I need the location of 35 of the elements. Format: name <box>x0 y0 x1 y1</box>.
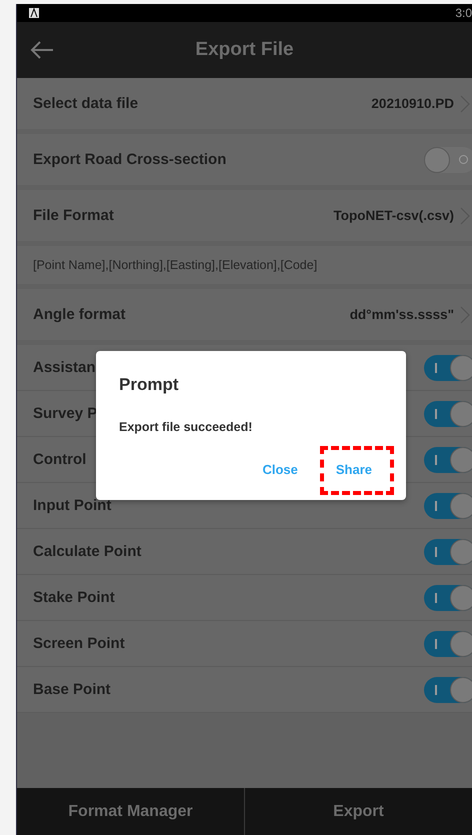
row-label: Survey P <box>33 405 98 422</box>
status-time: 3:0 <box>455 6 472 20</box>
toggle-switch[interactable] <box>424 400 472 426</box>
row-value[interactable]: 20210910.PD <box>371 96 454 111</box>
row-label: Calculate Point <box>33 543 142 560</box>
dialog-message: Export file succeeded! <box>119 420 254 434</box>
row-label: Export Road Cross-section <box>33 151 226 168</box>
row-label: File Format <box>33 207 114 224</box>
row-value[interactable]: TopoNET-csv(.csv) <box>333 208 454 223</box>
page-title: Export File <box>194 39 295 61</box>
row-label: Assistan <box>33 359 96 376</box>
footer-button[interactable]: Export <box>244 788 472 835</box>
row-label: Stake Point <box>33 589 115 606</box>
back-arrow-icon[interactable] <box>29 40 55 60</box>
row-label: Control <box>33 451 86 468</box>
dialog-button[interactable]: Share <box>320 446 394 495</box>
toggle-switch[interactable] <box>424 146 472 172</box>
toggle-switch[interactable] <box>424 354 472 380</box>
row-label: Input Point <box>33 497 112 514</box>
row-label: Base Point <box>33 681 111 698</box>
toggle-switch[interactable] <box>424 538 472 564</box>
notification-icon <box>29 8 39 18</box>
format-text: [Point Name],[Northing],[Easting],[Elevation],[Code] <box>33 258 318 272</box>
row-label: Screen Point <box>33 635 125 652</box>
dialog-button[interactable]: Close <box>244 458 316 481</box>
dialog-title: Prompt <box>119 375 180 395</box>
footer-button[interactable]: Format Manager <box>17 788 244 835</box>
toggle-switch[interactable] <box>424 446 472 472</box>
row-label: Select data file <box>33 95 138 112</box>
toggle-switch[interactable] <box>424 492 472 518</box>
row-label: Angle format <box>33 306 126 323</box>
toggle-switch[interactable] <box>424 676 472 702</box>
toggle-switch[interactable] <box>424 584 472 610</box>
toggle-switch[interactable] <box>424 630 472 656</box>
row-value[interactable]: dd°mm'ss.ssss" <box>350 307 454 322</box>
